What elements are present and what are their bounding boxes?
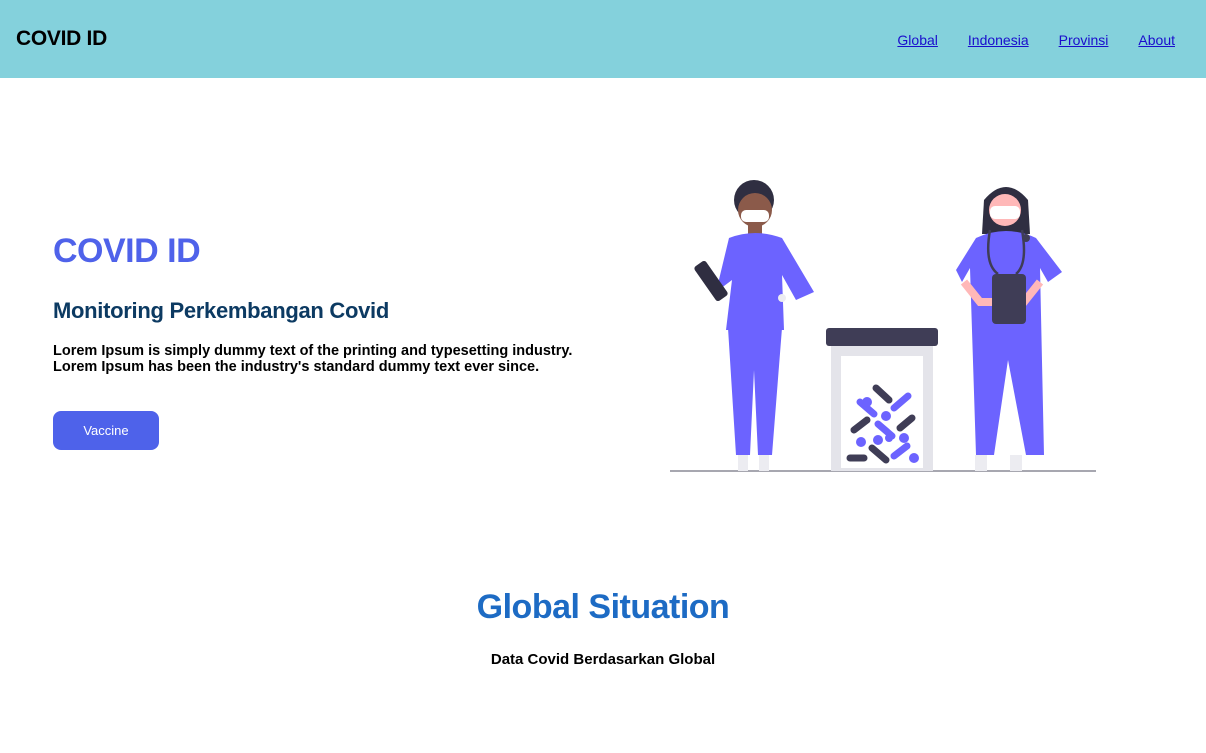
right-nurse-figure bbox=[956, 187, 1062, 471]
medical-staff-illustration bbox=[670, 180, 1096, 472]
hero-subtitle: Monitoring Perkembangan Covid bbox=[53, 298, 389, 323]
nav-link-about[interactable]: About bbox=[1138, 32, 1175, 48]
left-doctor-figure bbox=[694, 180, 814, 471]
global-situation-subtitle: Data Covid Berdasarkan Global bbox=[490, 651, 716, 668]
nav-link-provinsi[interactable]: Provinsi bbox=[1059, 32, 1109, 48]
nav-links: Global Indonesia Provinsi About bbox=[897, 32, 1175, 48]
hero-description: Lorem Ipsum is simply dummy text of the … bbox=[53, 343, 573, 375]
global-situation-title: Global Situation bbox=[476, 588, 730, 626]
navbar: COVID ID Global Indonesia Provinsi About bbox=[0, 0, 1206, 78]
pill-jar bbox=[826, 328, 938, 471]
nav-link-indonesia[interactable]: Indonesia bbox=[968, 32, 1029, 48]
partially-visible-heading bbox=[0, 738, 1206, 753]
vaccine-button[interactable]: Vaccine bbox=[53, 411, 159, 450]
nav-link-global[interactable]: Global bbox=[897, 32, 937, 48]
hero-title: COVID ID bbox=[53, 232, 201, 270]
navbar-brand[interactable]: COVID ID bbox=[16, 27, 107, 51]
